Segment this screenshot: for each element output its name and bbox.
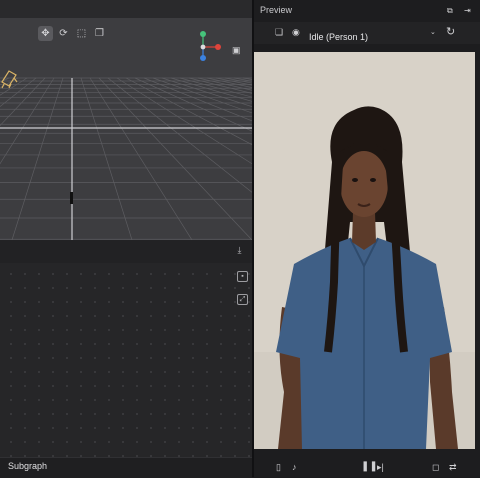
axis-gizmo-icon[interactable]: [193, 29, 225, 63]
scale-icon[interactable]: ⬚: [74, 26, 89, 41]
person-figure: [254, 52, 475, 449]
preview-render[interactable]: [254, 52, 475, 449]
animation-select[interactable]: Idle (Person 1) ⌄: [309, 27, 437, 42]
open-external-icon[interactable]: ⧉: [447, 7, 453, 15]
chevron-down-icon: ⌄: [430, 29, 436, 36]
swap-icon[interactable]: ⇄: [449, 463, 457, 472]
preview-title: Preview: [260, 5, 293, 15]
pause-icon[interactable]: ❚❚: [361, 462, 378, 472]
play-circle-icon[interactable]: ◉: [292, 28, 300, 37]
next-frame-icon[interactable]: ▸|: [377, 463, 384, 472]
refresh-icon[interactable]: ↻: [446, 27, 455, 38]
3d-viewport[interactable]: ✥ ⟳ ⬚ ❐ ▣: [0, 0, 252, 240]
node-editor-canvas[interactable]: [0, 263, 252, 457]
download-icon[interactable]: ⤓: [234, 245, 245, 256]
copy-icon[interactable]: ❐: [92, 26, 107, 41]
camera-icon[interactable]: ▣: [232, 46, 241, 55]
collapse-panel-icon[interactable]: ⇥: [464, 7, 471, 15]
image-icon[interactable]: ▪: [237, 271, 248, 282]
rotate-icon[interactable]: ⟳: [56, 26, 71, 41]
animation-select-value: Idle (Person 1): [309, 32, 369, 42]
tiktok-icon[interactable]: ♪: [292, 463, 297, 472]
phone-icon[interactable]: ▯: [276, 463, 281, 472]
node-editor-header: [0, 240, 252, 263]
subgraph-tab[interactable]: Subgraph: [8, 461, 47, 471]
viewport-toolbar: ✥ ⟳ ⬚ ❐: [38, 26, 107, 41]
crop-icon[interactable]: ◻: [432, 463, 439, 472]
move-icon[interactable]: ✥: [38, 26, 53, 41]
expand-icon[interactable]: ⤢: [237, 294, 248, 305]
character-figure[interactable]: [70, 192, 73, 204]
layers-icon[interactable]: ❏: [275, 28, 283, 37]
viewport-header: [0, 0, 252, 18]
